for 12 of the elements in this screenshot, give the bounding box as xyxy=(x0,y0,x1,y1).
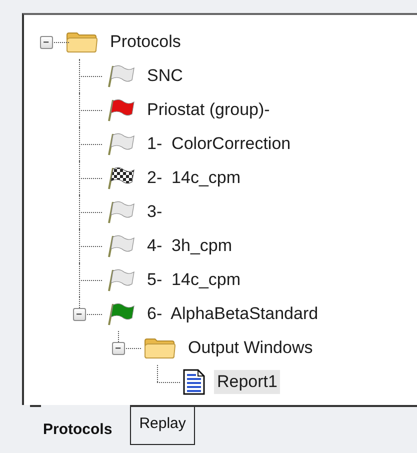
tab[interactable]: Replay xyxy=(130,407,195,445)
tree-item[interactable]: Report1 xyxy=(214,370,280,394)
tree-item[interactable]: 2- 14c_cpm xyxy=(144,166,244,190)
tree-item[interactable]: Priostat (group)- xyxy=(144,98,273,122)
tree-item[interactable]: 4- 3h_cpm xyxy=(144,234,236,258)
tree-item[interactable]: 5- 14c_cpm xyxy=(144,268,244,292)
tree-item[interactable]: 3- xyxy=(144,200,166,224)
tree-item[interactable]: Protocols xyxy=(107,30,184,54)
tree-item[interactable]: SNC xyxy=(144,64,186,88)
tree-item[interactable]: Output Windows xyxy=(185,336,316,360)
tree-item[interactable]: 6- AlphaBetaStandard xyxy=(144,302,322,326)
tree-item[interactable]: 1- ColorCorrection xyxy=(144,132,294,156)
